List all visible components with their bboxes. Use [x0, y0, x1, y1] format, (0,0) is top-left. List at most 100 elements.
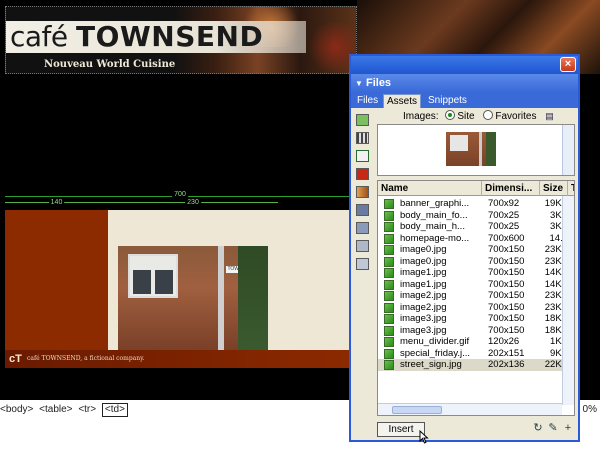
table-row[interactable]: image1.jpg700x15014KBJ [378, 278, 574, 291]
colors-category-icon[interactable] [356, 132, 369, 144]
image-file-icon [384, 325, 394, 336]
panel-tabs: Files Assets Snippets [351, 92, 578, 108]
insert-button[interactable]: Insert [377, 422, 425, 437]
file-name: body_main_fo... [400, 209, 468, 221]
image-file-icon [384, 279, 394, 290]
file-dimensions: 700x92 [488, 198, 520, 209]
table-row[interactable]: body_main_h...700x253KBG [378, 221, 574, 233]
image-file-icon [384, 222, 394, 232]
collapse-triangle-icon[interactable]: ▼ [355, 79, 363, 88]
file-dimensions: 700x25 [488, 221, 520, 232]
column-name[interactable]: Name [378, 181, 482, 196]
image-file-icon [384, 291, 394, 301]
flash-category-icon[interactable] [356, 168, 369, 180]
templates-category-icon[interactable] [356, 240, 369, 252]
tag-tr[interactable]: <tr> [78, 402, 96, 418]
urls-category-icon[interactable] [356, 150, 369, 162]
tab-assets[interactable]: Assets [383, 94, 422, 108]
images-category-icon[interactable] [356, 114, 369, 126]
vertical-scrollbar[interactable] [562, 196, 574, 405]
horizontal-scroll-thumb[interactable] [392, 406, 442, 414]
table-row[interactable]: menu_divider.gif120x261KBG [378, 336, 574, 348]
panel-window-titlebar[interactable]: × [351, 56, 578, 74]
radio-favorites-label: Favorites [495, 111, 537, 122]
table-row[interactable]: image0.jpg700x15023KBJ [378, 256, 574, 268]
file-name: body_main_h... [400, 221, 465, 232]
preview-scrollbar[interactable] [562, 125, 574, 175]
file-dimensions: 700x25 [488, 209, 520, 221]
footer-bar[interactable]: cT café TOWNSEND, a fictional company. [5, 350, 355, 368]
file-dimensions: 700x150 [488, 313, 525, 324]
table-row[interactable]: homepage-mo...700x60014...P [378, 232, 574, 245]
table-row[interactable]: image2.jpg700x15023KBJ [378, 301, 574, 314]
radio-favorites[interactable]: Favorites [483, 110, 537, 122]
images-label: Images: [403, 111, 439, 122]
logo-cafe-text: café [10, 20, 68, 53]
file-name: street_sign.jpg [400, 359, 462, 370]
street-sign-photo[interactable]: TOWNSEND [118, 246, 268, 350]
file-dimensions: 700x150 [488, 244, 525, 255]
refresh-icon[interactable]: ↻ [532, 422, 544, 434]
table-row[interactable]: image2.jpg700x15023KBJ [378, 290, 574, 302]
radio-favorites-button[interactable] [483, 110, 494, 120]
image-file-icon [384, 199, 394, 209]
file-name: image1.jpg [400, 267, 447, 278]
close-button[interactable]: × [560, 57, 576, 72]
files-panel-header[interactable]: ▼ Files [351, 74, 578, 92]
movies-category-icon[interactable] [356, 204, 369, 216]
empty-canvas-area [5, 368, 355, 398]
image-file-icon [384, 337, 394, 347]
table-row[interactable]: special_friday.j...202x1519KBJ [378, 348, 574, 360]
tag-table[interactable]: <table> [39, 402, 72, 418]
table-width-ruler[interactable]: 700 [5, 190, 355, 200]
file-name: homepage-mo... [400, 232, 470, 244]
photo-pole [218, 246, 224, 350]
add-to-favorites-icon[interactable]: + [562, 422, 574, 434]
asset-category-bar [353, 110, 373, 410]
files-panel-window[interactable]: × ▼ Files Files Assets Snippets Images: … [349, 54, 580, 444]
table-row[interactable]: image3.jpg700x15018KBJ [378, 325, 574, 337]
horizontal-scrollbar[interactable] [378, 403, 562, 415]
table-row[interactable]: street_sign.jpg202x13622KBJ [378, 359, 574, 371]
radio-site-button[interactable] [445, 110, 456, 120]
image-file-icon [384, 233, 394, 244]
zoom-level[interactable]: 0% [583, 402, 597, 418]
file-dimensions: 700x150 [488, 301, 525, 313]
image-file-icon [384, 268, 394, 278]
banner-image[interactable]: café TOWNSEND Nouveau World Cuisine [5, 6, 357, 74]
scripts-category-icon[interactable] [356, 222, 369, 234]
image-file-icon [384, 245, 394, 255]
table-row[interactable]: banner_graphi...700x9219KBG [378, 198, 574, 210]
file-name: image1.jpg [400, 278, 447, 290]
edit-icon[interactable]: ✎ [547, 422, 559, 434]
image-file-icon [384, 256, 394, 267]
shockwave-category-icon[interactable] [356, 186, 369, 198]
tab-files[interactable]: Files [354, 94, 381, 108]
images-filter-row: Images: Site Favorites ▤ [375, 108, 578, 124]
radio-site[interactable]: Site [445, 110, 475, 122]
left-column-cell[interactable] [5, 210, 108, 350]
assets-table[interactable]: Name Dimensi... Size T banner_graphi... 7… [377, 180, 575, 416]
table-width-label: 700 [172, 190, 188, 200]
file-dimensions: 700x150 [488, 290, 525, 301]
file-name: image2.jpg [400, 301, 447, 313]
column-dimensions[interactable]: Dimensi... [482, 181, 540, 196]
file-name: banner_graphi... [400, 198, 470, 209]
column-type[interactable]: T [568, 181, 574, 196]
table-row[interactable]: image1.jpg700x15014KBJ [378, 267, 574, 279]
panel-title: Files [365, 77, 392, 89]
library-category-icon[interactable] [356, 258, 369, 270]
tag-body[interactable]: <body> [0, 402, 33, 418]
column-size[interactable]: Size [540, 181, 568, 196]
file-name: menu_divider.gif [400, 336, 470, 347]
table-row[interactable]: body_main_fo...700x253KBG [378, 209, 574, 222]
content-table-row[interactable]: TOWNSEND [5, 210, 355, 350]
table-row[interactable]: image3.jpg700x15018KBJ [378, 313, 574, 325]
image-file-icon [384, 302, 394, 313]
file-dimensions: 700x600 [488, 232, 525, 244]
tag-td[interactable]: <td> [101, 403, 128, 417]
tab-snippets[interactable]: Snippets [425, 94, 470, 108]
options-menu-icon[interactable]: ▤ [545, 111, 554, 121]
mouse-cursor-icon [419, 430, 429, 444]
table-row[interactable]: image0.jpg700x15023KBJ [378, 244, 574, 256]
